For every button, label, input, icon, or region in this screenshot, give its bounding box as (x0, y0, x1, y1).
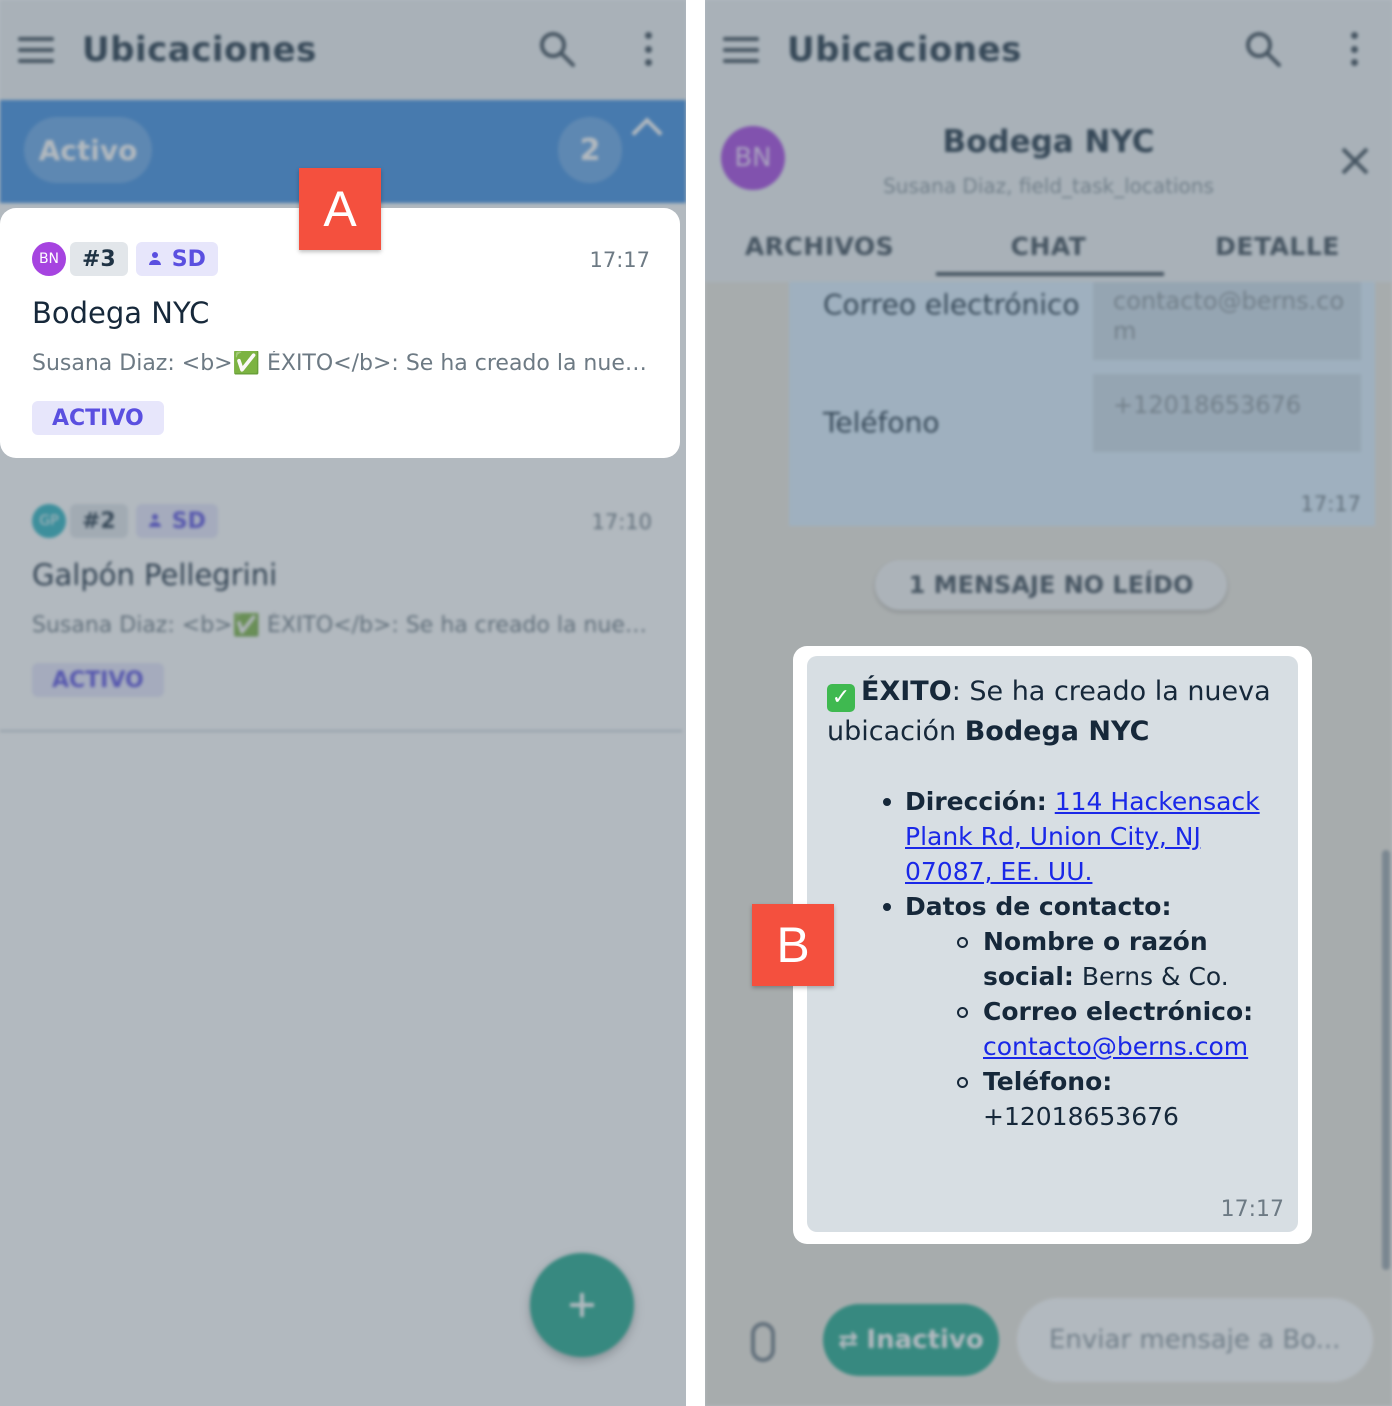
list-item: Correo electrónico: contacto@berns.com (883, 994, 1280, 1064)
user-initials: SD (171, 508, 206, 534)
heading-bold: ÉXITO (861, 676, 952, 707)
status-toggle-label: Inactivo (866, 1325, 984, 1355)
paperclip-icon[interactable] (751, 1322, 775, 1362)
unread-divider: 1 MENSAJE NO LEÍDO (875, 560, 1227, 610)
message-input[interactable]: Enviar mensaje a Bo... (1017, 1298, 1373, 1382)
list-item: Datos de contacto: (883, 889, 1280, 924)
email-link[interactable]: contacto@berns.com (983, 1032, 1248, 1061)
message-bubble: ✓ ÉXITO: Se ha creado la nueva ubicación … (807, 656, 1298, 1232)
tab-detalle[interactable]: DETALLE (1163, 228, 1392, 282)
address-label: Dirección: (905, 787, 1047, 816)
message-details: Dirección: 114 Hackensack Plank Rd, Unio… (883, 784, 1280, 1134)
chat-title: Bodega NYC (942, 124, 1155, 160)
menu-icon[interactable] (723, 37, 759, 63)
scrollbar[interactable] (1382, 850, 1390, 1270)
avatar: BN (32, 242, 66, 276)
chat-header: BN Bodega NYC Susana Diaz, field_task_lo… (705, 100, 1392, 282)
list-item: Dirección: 114 Hackensack Plank Rd, Unio… (883, 784, 1280, 889)
highlighted-message: ✓ ÉXITO: Se ha creado la nueva ubicación … (793, 646, 1312, 1244)
chevron-up-icon[interactable] (631, 117, 663, 149)
message-time: 17:17 (1220, 1197, 1284, 1222)
item-number: #2 (70, 504, 128, 538)
app-title: Ubicaciones (82, 30, 317, 70)
item-name: Galpón Pellegrini (32, 558, 278, 592)
item-preview: Susana Diaz: <b>✅ ÉXITO</b>: Se ha cread… (32, 351, 654, 376)
person-icon (148, 514, 162, 528)
item-preview: Susana Diaz: <b>✅ ÉXITO</b>: Se ha cread… (32, 613, 654, 638)
close-icon[interactable] (1340, 146, 1370, 176)
annotation-marker-b: B (752, 904, 834, 986)
field-value: +12018653676 (1093, 374, 1361, 452)
app-bar: Ubicaciones (0, 0, 686, 100)
list-item: Teléfono: +12018653676 (883, 1064, 1280, 1134)
phone-value: +12018653676 (983, 1102, 1179, 1131)
item-time: 17:10 (591, 510, 652, 534)
search-icon[interactable] (538, 30, 576, 68)
item-time: 17:17 (589, 248, 650, 272)
group-label: Activo (24, 117, 152, 183)
email-label: Correo electrónico: (983, 997, 1254, 1026)
app-title: Ubicaciones (787, 30, 1022, 70)
chat-subtitle: Susana Diaz, field_task_locations (883, 174, 1214, 198)
status-badge: ACTIVO (32, 663, 164, 697)
item-number: #3 (70, 242, 128, 276)
person-icon (148, 252, 162, 266)
location-name: Bodega NYC (964, 716, 1150, 747)
message-time: 17:17 (1300, 492, 1361, 516)
contact-label: Datos de contacto: (905, 892, 1172, 921)
phone-label: Teléfono: (983, 1067, 1113, 1096)
name-value: Berns & Co. (1081, 962, 1229, 991)
active-tab-indicator (936, 272, 1164, 276)
group-count: 2 (558, 117, 622, 183)
check-icon: ✓ (827, 684, 855, 712)
tab-archivos[interactable]: ARCHIVOS (705, 228, 934, 282)
composer: ⇄ Inactivo Enviar mensaje a Bo... (705, 1290, 1392, 1390)
previous-message: Correo electrónico contacto@berns.co m T… (789, 282, 1375, 526)
user-chip: SD (135, 242, 218, 276)
more-options-icon[interactable] (1350, 32, 1358, 66)
user-chip: SD (135, 504, 218, 538)
item-name: Bodega NYC (32, 296, 210, 330)
flow-icon: ⇄ (838, 1326, 859, 1354)
menu-icon[interactable] (18, 37, 54, 63)
field-value: contacto@berns.co m (1093, 282, 1361, 360)
add-button[interactable] (530, 1253, 634, 1357)
annotation-marker-a: A (299, 168, 381, 250)
more-options-icon[interactable] (644, 32, 652, 66)
divider (686, 0, 705, 1406)
list-item: Nombre o razón social: Berns & Co. (883, 924, 1280, 994)
avatar: GP (32, 504, 66, 538)
search-icon[interactable] (1244, 30, 1282, 68)
list-item[interactable]: GP #2 SD 17:10 Galpón Pellegrini Susana … (0, 470, 682, 732)
status-badge: ACTIVO (32, 401, 164, 435)
field-label: Teléfono (823, 406, 940, 439)
field-label: Correo electrónico (823, 288, 1080, 321)
message-heading: ✓ ÉXITO: Se ha creado la nueva ubicación … (827, 672, 1282, 752)
status-toggle-button[interactable]: ⇄ Inactivo (823, 1304, 999, 1376)
app-bar: Ubicaciones (705, 0, 1392, 100)
user-initials: SD (171, 246, 206, 272)
